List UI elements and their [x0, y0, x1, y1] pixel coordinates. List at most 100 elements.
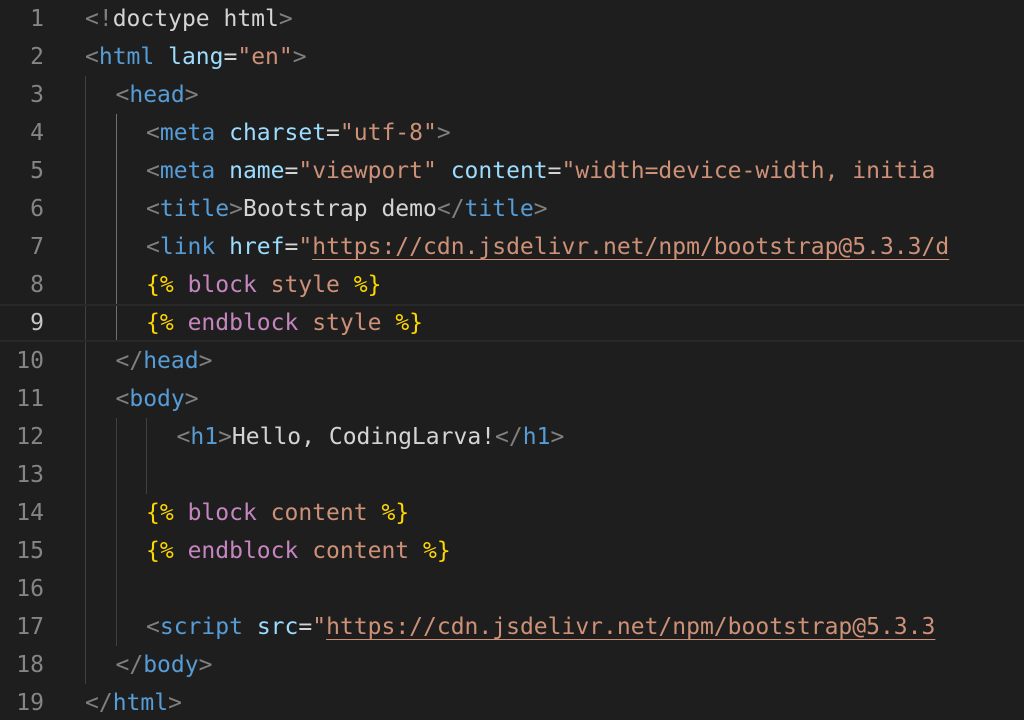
code-line[interactable]: 4 <meta charset="utf-8">	[0, 114, 1024, 152]
token-punc: <	[146, 614, 160, 640]
token-ident: style	[312, 310, 382, 336]
code-line[interactable]: 7 <link href="https://cdn.jsdelivr.net/np…	[0, 228, 1024, 266]
token-punc: >	[168, 690, 182, 716]
line-content: <!doctype html>	[85, 0, 293, 38]
token-attr: href	[229, 234, 285, 260]
code-editor[interactable]: 1 <!doctype html> 2 <html lang="en"> 3 <head>…	[0, 0, 1024, 720]
token-str: "viewport"	[298, 158, 437, 184]
line-number: 3	[30, 82, 44, 108]
code-line[interactable]: 9 {% endblock style %}	[0, 304, 1024, 342]
token-tag: title	[159, 196, 230, 222]
line-content: {% block style %}	[146, 266, 381, 304]
line-content: <html lang="en">	[85, 38, 307, 76]
line-content: <script src="https://cdn.jsdelivr.net/np…	[146, 608, 935, 646]
token-ident: content	[270, 500, 368, 526]
token-punc: >	[278, 6, 293, 32]
line-content: </head>	[116, 342, 213, 380]
token-text: =	[284, 234, 299, 260]
line-content: <title>Bootstrap demo</title>	[146, 190, 548, 228]
token-tpl: %}	[423, 538, 451, 564]
token-punc: <	[85, 44, 99, 70]
code-line[interactable]: 6 <title>Bootstrap demo</title>	[0, 190, 1024, 228]
token-str: "width=device-width, initia	[561, 158, 936, 184]
line-number: 1	[30, 6, 44, 32]
token-kw: block	[187, 272, 257, 298]
token-kw: endblock	[187, 538, 299, 564]
line-content: <meta name="viewport" content="width=dev…	[146, 152, 935, 190]
token-punc: >	[198, 652, 213, 678]
code-line[interactable]: 17 <script src="https://cdn.jsdelivr.net/…	[0, 608, 1024, 646]
token-tag: h1	[522, 424, 551, 450]
code-line[interactable]: 11 <body>	[0, 380, 1024, 418]
token-tag: link	[159, 234, 216, 260]
code-line[interactable]: 14 {% block content %}	[0, 494, 1024, 532]
token-text: Hello, CodingLarva!	[231, 424, 496, 450]
code-line[interactable]: 19 </html>	[0, 684, 1024, 720]
token-text: =	[547, 158, 562, 184]
token-punc: </	[436, 196, 465, 222]
token-attr: content	[450, 158, 548, 184]
token-str: "	[312, 614, 327, 640]
code-line[interactable]: 15 {% endblock content %}	[0, 532, 1024, 570]
line-number: 17	[16, 614, 44, 640]
token-attr: name	[229, 158, 285, 184]
code-line[interactable]: 5 <meta name="viewport" content="width=de…	[0, 152, 1024, 190]
token-kw: block	[187, 500, 257, 526]
token-ident: style	[270, 272, 340, 298]
line-number: 18	[16, 652, 44, 678]
token-text: =	[284, 158, 299, 184]
token-punc: </	[495, 424, 523, 450]
token-link[interactable]: https://cdn.jsdelivr.net/npm/bootstrap@5…	[326, 614, 935, 640]
code-line[interactable]: 16	[0, 570, 1024, 608]
token-attr: src	[256, 614, 299, 640]
token-tag: meta	[159, 158, 216, 184]
token-punc: </	[115, 348, 144, 374]
code-line[interactable]: 13	[0, 456, 1024, 494]
token-str: "utf-8"	[339, 120, 437, 146]
token-punc: >	[218, 424, 232, 450]
code-line[interactable]: 3 <head>	[0, 76, 1024, 114]
code-line[interactable]: 8 {% block style %}	[0, 266, 1024, 304]
token-punc: <	[115, 82, 130, 108]
token-punc: </	[85, 690, 113, 716]
code-line[interactable]: 2 <html lang="en">	[0, 38, 1024, 76]
token-ident: content	[312, 538, 410, 564]
token-punc: <	[146, 196, 160, 222]
token-punc: >	[550, 424, 565, 450]
code-line[interactable]: 12 <h1>Hello, CodingLarva!</h1>	[0, 418, 1024, 456]
line-number: 12	[16, 424, 44, 450]
line-number: 10	[16, 348, 44, 374]
token-punc: <	[146, 234, 160, 260]
line-content: <body>	[116, 380, 199, 418]
token-tag: meta	[159, 120, 216, 146]
token-link[interactable]: https://cdn.jsdelivr.net/npm/bootstrap@5…	[312, 234, 949, 260]
line-number: 16	[16, 576, 44, 602]
line-content: <head>	[116, 76, 199, 114]
line-number: 13	[16, 462, 44, 488]
token-tpl: %}	[353, 272, 382, 298]
code-line[interactable]: 10 </head>	[0, 342, 1024, 380]
token-tpl: %}	[395, 310, 424, 336]
code-line[interactable]: 18 </body>	[0, 646, 1024, 684]
code-line[interactable]: 1 <!doctype html>	[0, 0, 1024, 38]
line-content: </body>	[116, 646, 213, 684]
token-tag: html	[98, 44, 155, 70]
line-number: 15	[16, 538, 44, 564]
token-punc: </	[115, 652, 144, 678]
token-tag: body	[143, 652, 199, 678]
token-tpl: {%	[146, 310, 174, 336]
token-punc: >	[533, 196, 548, 222]
line-number: 14	[16, 500, 44, 526]
